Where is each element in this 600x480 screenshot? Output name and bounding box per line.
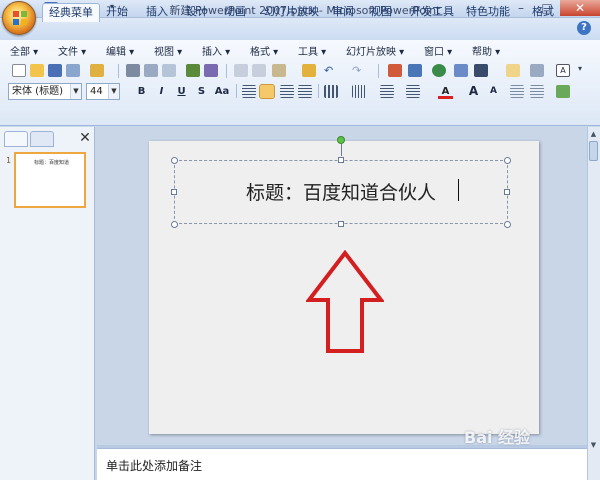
align-center-icon[interactable] (259, 84, 275, 99)
menu-help[interactable]: 帮助 ▾ (472, 43, 500, 58)
close-button[interactable]: ✕ (560, 0, 600, 16)
resize-handle-se[interactable] (504, 221, 511, 228)
slide-view-icon[interactable] (530, 64, 544, 77)
font-name-combo[interactable]: 宋体 (标题) ▼ (8, 83, 82, 100)
tab-animations[interactable]: 动画 (218, 3, 252, 22)
rotation-line (341, 144, 342, 156)
resize-handle-sw[interactable] (171, 221, 178, 228)
open-icon[interactable] (30, 64, 44, 77)
columns-icon[interactable] (324, 85, 338, 98)
italic-button[interactable]: I (154, 84, 169, 99)
tab-slideshow[interactable]: 幻灯片放映 (258, 3, 325, 22)
email-icon[interactable] (90, 64, 104, 77)
resize-handle-s[interactable] (338, 221, 344, 227)
tab-classic-menu[interactable]: 经典菜单 (42, 3, 100, 22)
align-left-icon[interactable] (242, 85, 256, 98)
tab-developer[interactable]: 开发工具 (404, 3, 460, 22)
resize-handle-w[interactable] (171, 189, 177, 195)
up-arrow-annotation (306, 250, 384, 353)
resize-handle-n[interactable] (338, 157, 344, 163)
menu-edit[interactable]: 编辑 ▾ (106, 43, 134, 58)
spelling-icon[interactable] (186, 64, 200, 77)
chevron-down-icon[interactable]: ▼ (108, 84, 119, 99)
text-box-icon[interactable]: A (556, 64, 570, 77)
vertical-scrollbar[interactable] (587, 127, 600, 480)
text-cursor (458, 179, 459, 201)
print-preview-icon[interactable] (144, 64, 158, 77)
underline-button[interactable]: U (174, 84, 189, 99)
new-icon[interactable] (12, 64, 26, 77)
tab-outline[interactable] (30, 131, 54, 147)
bullets-icon[interactable] (380, 85, 394, 98)
insert-table-icon[interactable] (408, 64, 422, 77)
rotation-handle[interactable] (337, 136, 345, 144)
slide-number: 1 (6, 156, 12, 165)
scroll-down-icon[interactable]: ▼ (588, 440, 599, 450)
office-logo-icon (13, 11, 27, 25)
cut-icon[interactable] (234, 64, 248, 77)
menu-file[interactable]: 文件 ▾ (58, 43, 86, 58)
research-icon[interactable] (162, 64, 176, 77)
tab-slides[interactable] (4, 131, 28, 147)
translate-icon[interactable] (204, 64, 218, 77)
scroll-thumb[interactable] (589, 141, 598, 161)
resize-handle-e[interactable] (504, 189, 510, 195)
scroll-up-icon[interactable]: ▲ (588, 129, 599, 139)
close-panel-icon[interactable]: ✕ (78, 130, 92, 146)
text-direction-icon[interactable] (352, 85, 366, 98)
tab-view[interactable]: 视图 (364, 3, 398, 22)
chevron-down-icon[interactable]: ▼ (70, 84, 81, 99)
font-size-combo[interactable]: 44 ▼ (86, 83, 120, 100)
menu-format[interactable]: 格式 ▾ (250, 43, 278, 58)
thumbnail-title: 标题：百度知道 (34, 160, 70, 166)
bold-button[interactable]: B (134, 84, 149, 99)
up-arrow-shape (306, 250, 384, 353)
decrease-indent-icon[interactable] (510, 85, 524, 98)
undo-toolbar-icon[interactable]: ↶ (324, 64, 338, 77)
insert-chart-icon[interactable] (388, 64, 402, 77)
menu-insert[interactable]: 插入 ▾ (202, 43, 230, 58)
tab-design[interactable]: 设计 (180, 3, 214, 22)
permission-icon[interactable] (66, 64, 80, 77)
layout-icon[interactable] (474, 64, 488, 77)
menu-view[interactable]: 视图 ▾ (154, 43, 182, 58)
office-button[interactable] (2, 1, 36, 35)
tab-home[interactable]: 开始 (100, 3, 134, 22)
redo-toolbar-icon[interactable]: ↷ (352, 64, 366, 77)
font-size-value: 44 (90, 86, 103, 97)
save-toolbar-icon[interactable] (48, 64, 62, 77)
change-case-button[interactable]: Aa (212, 84, 232, 99)
tab-format[interactable]: 格式 (526, 3, 560, 22)
tab-review[interactable]: 审阅 (326, 3, 360, 22)
numbering-icon[interactable] (406, 85, 420, 98)
justify-icon[interactable] (298, 85, 312, 98)
tab-featured[interactable]: 特色功能 (460, 3, 516, 22)
paste-icon[interactable] (272, 64, 286, 77)
watermark: Bai 经验 (464, 428, 531, 447)
format-painter-icon[interactable] (302, 64, 316, 77)
new-slide-icon[interactable] (506, 64, 520, 77)
help-icon[interactable]: ? (577, 21, 591, 35)
increase-indent-icon[interactable] (530, 85, 544, 98)
notes-placeholder[interactable]: 单击此处添加备注 (106, 457, 202, 474)
menu-tools[interactable]: 工具 ▾ (298, 43, 326, 58)
menu-slideshow[interactable]: 幻灯片放映 ▾ (346, 43, 404, 58)
tab-insert[interactable]: 插入 (140, 3, 174, 22)
font-color-button[interactable]: A (438, 84, 453, 99)
menu-window[interactable]: 窗口 ▾ (424, 43, 452, 58)
copy-icon[interactable] (252, 64, 266, 77)
insert-smartart-icon[interactable] (432, 64, 446, 77)
slide-design-icon[interactable] (556, 85, 570, 98)
align-right-icon[interactable] (280, 85, 294, 98)
resize-handle-nw[interactable] (171, 157, 178, 164)
insert-picture-icon[interactable] (454, 64, 468, 77)
print-icon[interactable] (126, 64, 140, 77)
font-name-value: 宋体 (标题) (12, 86, 63, 97)
grow-font-button[interactable]: A (466, 84, 481, 99)
toolbar-options-icon[interactable]: ▾ (578, 64, 592, 77)
shadow-button[interactable]: S (194, 84, 209, 99)
menu-all[interactable]: 全部 ▾ (10, 43, 38, 58)
resize-handle-ne[interactable] (504, 157, 511, 164)
shrink-font-button[interactable]: A (486, 84, 501, 99)
